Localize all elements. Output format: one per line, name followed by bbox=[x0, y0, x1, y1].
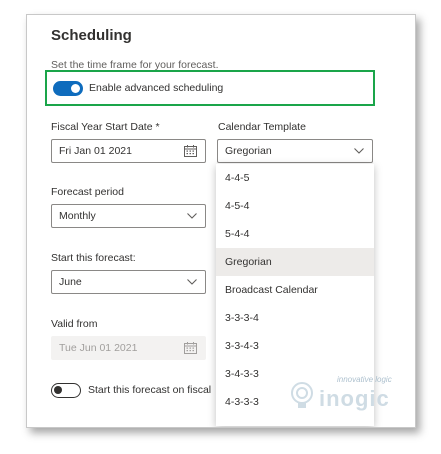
start-forecast-label: Start this forecast: bbox=[51, 252, 136, 264]
fiscal-year-start-label: Fiscal Year Start Date * bbox=[51, 121, 160, 133]
fiscal-start-label: Start this forecast on fiscal bbox=[88, 384, 212, 396]
watermark-wordmark: inogic bbox=[319, 386, 390, 411]
valid-from-value: Tue Jun 01 2021 bbox=[59, 342, 138, 354]
fiscal-year-start-value: Fri Jan 01 2021 bbox=[59, 145, 132, 157]
chevron-down-icon bbox=[354, 140, 364, 162]
dropdown-option[interactable]: 5-4-4 bbox=[216, 220, 374, 248]
toggle-knob bbox=[54, 386, 62, 394]
valid-from-label: Valid from bbox=[51, 318, 98, 330]
dropdown-option[interactable]: Broadcast Calendar bbox=[216, 276, 374, 304]
dropdown-option[interactable]: 3-3-4-3 bbox=[216, 332, 374, 360]
calendar-icon[interactable] bbox=[184, 140, 197, 162]
dropdown-option[interactable]: 4-5-4 bbox=[216, 192, 374, 220]
scheduling-panel: Scheduling Set the time frame for your f… bbox=[27, 15, 415, 427]
inogic-watermark-logo: innovative logic inogic bbox=[289, 375, 409, 415]
chevron-down-icon bbox=[187, 205, 197, 227]
valid-from-field: Tue Jun 01 2021 bbox=[51, 336, 206, 360]
calendar-template-label: Calendar Template bbox=[218, 121, 306, 133]
bulb-icon bbox=[291, 382, 313, 408]
toggle-knob bbox=[71, 84, 80, 93]
watermark-tagline: innovative logic bbox=[337, 375, 392, 384]
section-title: Scheduling bbox=[51, 27, 132, 44]
fiscal-start-toggle[interactable] bbox=[51, 383, 81, 398]
dropdown-option[interactable]: 3-3-3-4 bbox=[216, 304, 374, 332]
dropdown-option-selected[interactable]: Gregorian bbox=[216, 248, 374, 276]
forecast-period-value: Monthly bbox=[59, 210, 96, 222]
advanced-scheduling-label: Enable advanced scheduling bbox=[89, 82, 224, 94]
fiscal-year-start-field[interactable]: Fri Jan 01 2021 bbox=[51, 139, 206, 163]
calendar-template-select[interactable]: Gregorian bbox=[217, 139, 373, 163]
start-forecast-select[interactable]: June bbox=[51, 270, 206, 294]
start-forecast-value: June bbox=[59, 276, 82, 288]
forecast-period-select[interactable]: Monthly bbox=[51, 204, 206, 228]
calendar-icon bbox=[184, 337, 197, 359]
calendar-template-value: Gregorian bbox=[225, 145, 272, 157]
forecast-period-label: Forecast period bbox=[51, 186, 124, 198]
chevron-down-icon bbox=[187, 271, 197, 293]
dropdown-option[interactable]: 4-4-5 bbox=[216, 164, 374, 192]
advanced-scheduling-toggle[interactable] bbox=[53, 81, 83, 96]
